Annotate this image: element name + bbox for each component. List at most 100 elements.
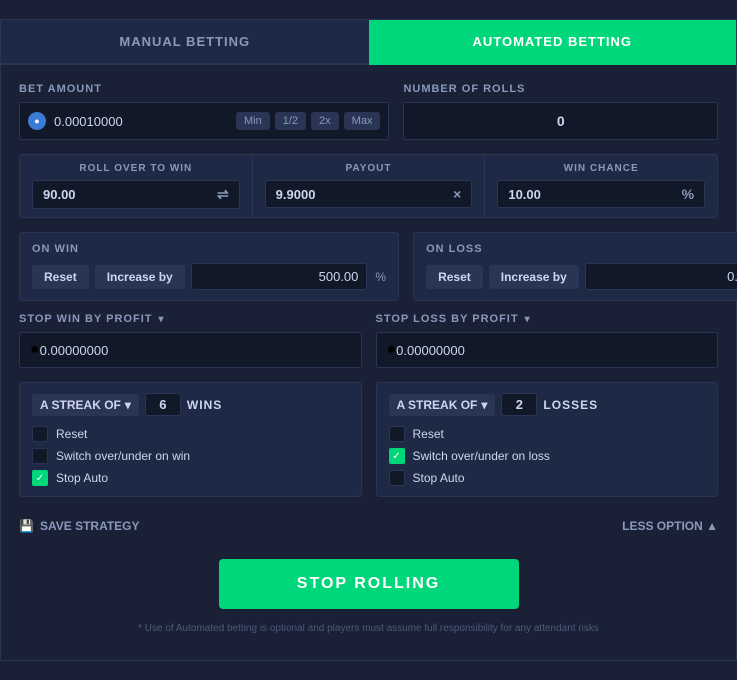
streak-win-type: WINS — [187, 398, 222, 412]
stop-loss-input-group: ● — [376, 332, 719, 368]
streak-win-check2-checkbox[interactable] — [32, 448, 48, 464]
tab-auto-label: AUTOMATED BETTING — [472, 34, 632, 49]
streak-win-dropdown[interactable]: A STREAK OF ▾ — [32, 394, 139, 416]
bet-amount-section: BET AMOUNT ● Min 1/2 2x Max — [19, 83, 389, 140]
number-of-rolls-label: NUMBER OF ROLLS — [403, 83, 718, 95]
bet-amount-input-group: ● Min 1/2 2x Max — [19, 102, 389, 140]
streak-win-check2-row: Switch over/under on win — [32, 448, 349, 464]
stop-win-input[interactable] — [40, 343, 351, 358]
stop-rolling-button[interactable]: STOP ROLLING — [219, 559, 519, 609]
payout-x-icon[interactable]: × — [453, 186, 461, 202]
disclaimer: * Use of Automated betting is optional a… — [19, 623, 718, 648]
on-win-label: ON WIN — [32, 243, 386, 255]
stop-win-section: STOP WIN BY PROFIT ▾ ● — [19, 313, 362, 368]
tab-manual[interactable]: MANUAL BETTING — [1, 20, 369, 65]
streak-win-dropdown-label: A STREAK OF — [40, 398, 121, 412]
streak-row: A STREAK OF ▾ WINS Reset Switch over/und… — [19, 382, 718, 497]
roll-over-swap-icon[interactable]: ⇌ — [217, 186, 229, 203]
on-win-input[interactable] — [191, 263, 368, 290]
stop-profit-row: STOP WIN BY PROFIT ▾ ● STOP LOSS BY PROF… — [19, 313, 718, 368]
save-icon: 💾 — [19, 519, 34, 533]
stop-win-input-group: ● — [19, 332, 362, 368]
stats-row: ROLL OVER TO WIN 90.00 ⇌ PAYOUT 9.9000 ×… — [19, 154, 718, 218]
stop-win-chevron-icon: ▾ — [159, 314, 165, 325]
on-loss-increase-button[interactable]: Increase by — [489, 265, 579, 289]
on-win-reset-button[interactable]: Reset — [32, 265, 89, 289]
stop-loss-coin-icon: ● — [387, 341, 397, 359]
betting-container: MANUAL BETTING AUTOMATED BETTING BET AMO… — [0, 19, 737, 661]
streak-loss-check1-label: Reset — [413, 427, 444, 441]
on-loss-controls: Reset Increase by % — [426, 263, 737, 290]
streak-loss-dropdown-label: A STREAK OF — [397, 398, 478, 412]
number-of-rolls-section: NUMBER OF ROLLS — [403, 83, 718, 140]
save-strategy-label: SAVE STRATEGY — [40, 519, 140, 533]
on-loss-reset-button[interactable]: Reset — [426, 265, 483, 289]
streak-loss-header: A STREAK OF ▾ LOSSES — [389, 393, 706, 416]
less-option-button[interactable]: LESS OPTION ▲ — [622, 519, 718, 533]
win-chance-section: WIN CHANCE 10.00 % — [485, 155, 717, 217]
streak-loss-dropdown[interactable]: A STREAK OF ▾ — [389, 394, 496, 416]
tab-manual-label: MANUAL BETTING — [119, 34, 250, 49]
stop-loss-label-text: STOP LOSS BY PROFIT — [376, 313, 519, 325]
stop-win-coin-icon: ● — [30, 341, 40, 359]
stop-loss-input[interactable] — [396, 343, 707, 358]
stop-loss-section: STOP LOSS BY PROFIT ▾ ● — [376, 313, 719, 368]
tabs: MANUAL BETTING AUTOMATED BETTING — [1, 20, 736, 65]
streak-loss-check2-checkbox[interactable] — [389, 448, 405, 464]
stop-win-label[interactable]: STOP WIN BY PROFIT ▾ — [19, 313, 362, 325]
disclaimer-text: * Use of Automated betting is optional a… — [138, 623, 599, 634]
stop-loss-label[interactable]: STOP LOSS BY PROFIT ▾ — [376, 313, 719, 325]
less-option-label: LESS OPTION ▲ — [622, 519, 718, 533]
payout-label: PAYOUT — [265, 163, 473, 174]
on-loss-label: ON LOSS — [426, 243, 737, 255]
streak-loss-check1-row: Reset — [389, 426, 706, 442]
half-button[interactable]: 1/2 — [275, 112, 306, 130]
streak-win-check1-row: Reset — [32, 426, 349, 442]
on-loss-input[interactable] — [585, 263, 737, 290]
streak-loss-check3-label: Stop Auto — [413, 471, 465, 485]
streak-loss-check3-checkbox[interactable] — [389, 470, 405, 486]
win-loss-row: ON WIN Reset Increase by % ON LOSS Reset… — [19, 232, 718, 301]
streak-win-section: A STREAK OF ▾ WINS Reset Switch over/und… — [19, 382, 362, 497]
win-chance-pct-icon: % — [682, 186, 694, 202]
max-button[interactable]: Max — [344, 112, 381, 130]
content-area: BET AMOUNT ● Min 1/2 2x Max NUMBER OF RO… — [1, 65, 736, 660]
on-win-increase-button[interactable]: Increase by — [95, 265, 185, 289]
streak-loss-check1-checkbox[interactable] — [389, 426, 405, 442]
streak-win-check1-checkbox[interactable] — [32, 426, 48, 442]
streak-win-check2-label: Switch over/under on win — [56, 449, 190, 463]
bet-amount-label: BET AMOUNT — [19, 83, 389, 95]
min-button[interactable]: Min — [236, 112, 270, 130]
on-win-pct: % — [375, 270, 386, 284]
coin-icon: ● — [28, 112, 46, 130]
streak-loss-number-input[interactable] — [501, 393, 537, 416]
streak-loss-type: LOSSES — [543, 398, 598, 412]
2x-button[interactable]: 2x — [311, 112, 339, 130]
tab-auto[interactable]: AUTOMATED BETTING — [369, 20, 737, 65]
win-chance-label: WIN CHANCE — [497, 163, 705, 174]
win-chance-value: 10.00 — [508, 187, 541, 202]
win-chance-value-group: 10.00 % — [497, 180, 705, 208]
stop-rolling-label: STOP ROLLING — [297, 575, 440, 592]
streak-win-check3-label: Stop Auto — [56, 471, 108, 485]
streak-win-check3-checkbox[interactable] — [32, 470, 48, 486]
streak-win-number-input[interactable] — [145, 393, 181, 416]
streak-loss-check2-label: Switch over/under on loss — [413, 449, 550, 463]
streak-loss-check3-row: Stop Auto — [389, 470, 706, 486]
streak-loss-section: A STREAK OF ▾ LOSSES Reset Switch over/u… — [376, 382, 719, 497]
payout-value: 9.9000 — [276, 187, 316, 202]
bet-amount-input[interactable] — [54, 114, 230, 129]
stop-loss-chevron-icon: ▾ — [525, 314, 531, 325]
save-strategy-button[interactable]: 💾 SAVE STRATEGY — [19, 519, 140, 533]
streak-win-check1-label: Reset — [56, 427, 87, 441]
top-row: BET AMOUNT ● Min 1/2 2x Max NUMBER OF RO… — [19, 83, 718, 140]
bottom-bar: 💾 SAVE STRATEGY LESS OPTION ▲ — [19, 511, 718, 545]
on-win-section: ON WIN Reset Increase by % — [19, 232, 399, 301]
payout-section: PAYOUT 9.9000 × — [253, 155, 486, 217]
streak-loss-chevron-icon: ▾ — [481, 398, 487, 412]
roll-over-value-group: 90.00 ⇌ — [32, 180, 240, 209]
number-of-rolls-input[interactable] — [403, 102, 718, 140]
roll-over-section: ROLL OVER TO WIN 90.00 ⇌ — [20, 155, 253, 217]
roll-over-label: ROLL OVER TO WIN — [32, 163, 240, 174]
on-win-controls: Reset Increase by % — [32, 263, 386, 290]
